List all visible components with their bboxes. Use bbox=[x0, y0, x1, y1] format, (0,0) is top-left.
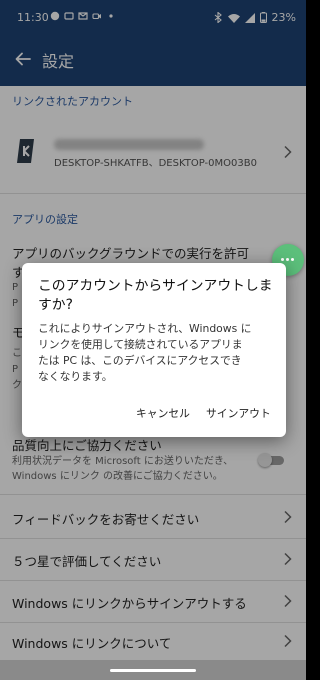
cancel-button[interactable]: キャンセル bbox=[136, 405, 190, 421]
navigation-bar bbox=[0, 660, 306, 680]
home-gesture-handle[interactable] bbox=[110, 669, 196, 672]
dialog-message-line: なくなります。 bbox=[38, 370, 113, 383]
confirm-sign-out-button[interactable]: サインアウト bbox=[206, 405, 271, 421]
dialog-title-line: このアカウントからサインアウトしま bbox=[38, 278, 273, 294]
settings-screen: 11:30 23% 設定 リンクされたアカウント DESKTOP-SHKATFB… bbox=[0, 0, 306, 680]
sign-out-dialog: このアカウントからサインアウトしま すか? これによりサインアウトされ、Wind… bbox=[22, 263, 286, 437]
dialog-message: これによりサインアウトされ、Windows に リンクを使用して接続されているア… bbox=[38, 321, 278, 385]
dialog-message-line: たは PC は、このデバイスにアクセスでき bbox=[38, 354, 242, 367]
more-dots-icon bbox=[281, 258, 294, 261]
dialog-message-line: リンクを使用して接続されているアプリま bbox=[38, 338, 243, 351]
dialog-message-line: これによりサインアウトされ、Windows に bbox=[38, 322, 252, 335]
dialog-title: このアカウントからサインアウトしま すか? bbox=[38, 277, 276, 315]
dialog-title-line: すか? bbox=[38, 297, 73, 313]
